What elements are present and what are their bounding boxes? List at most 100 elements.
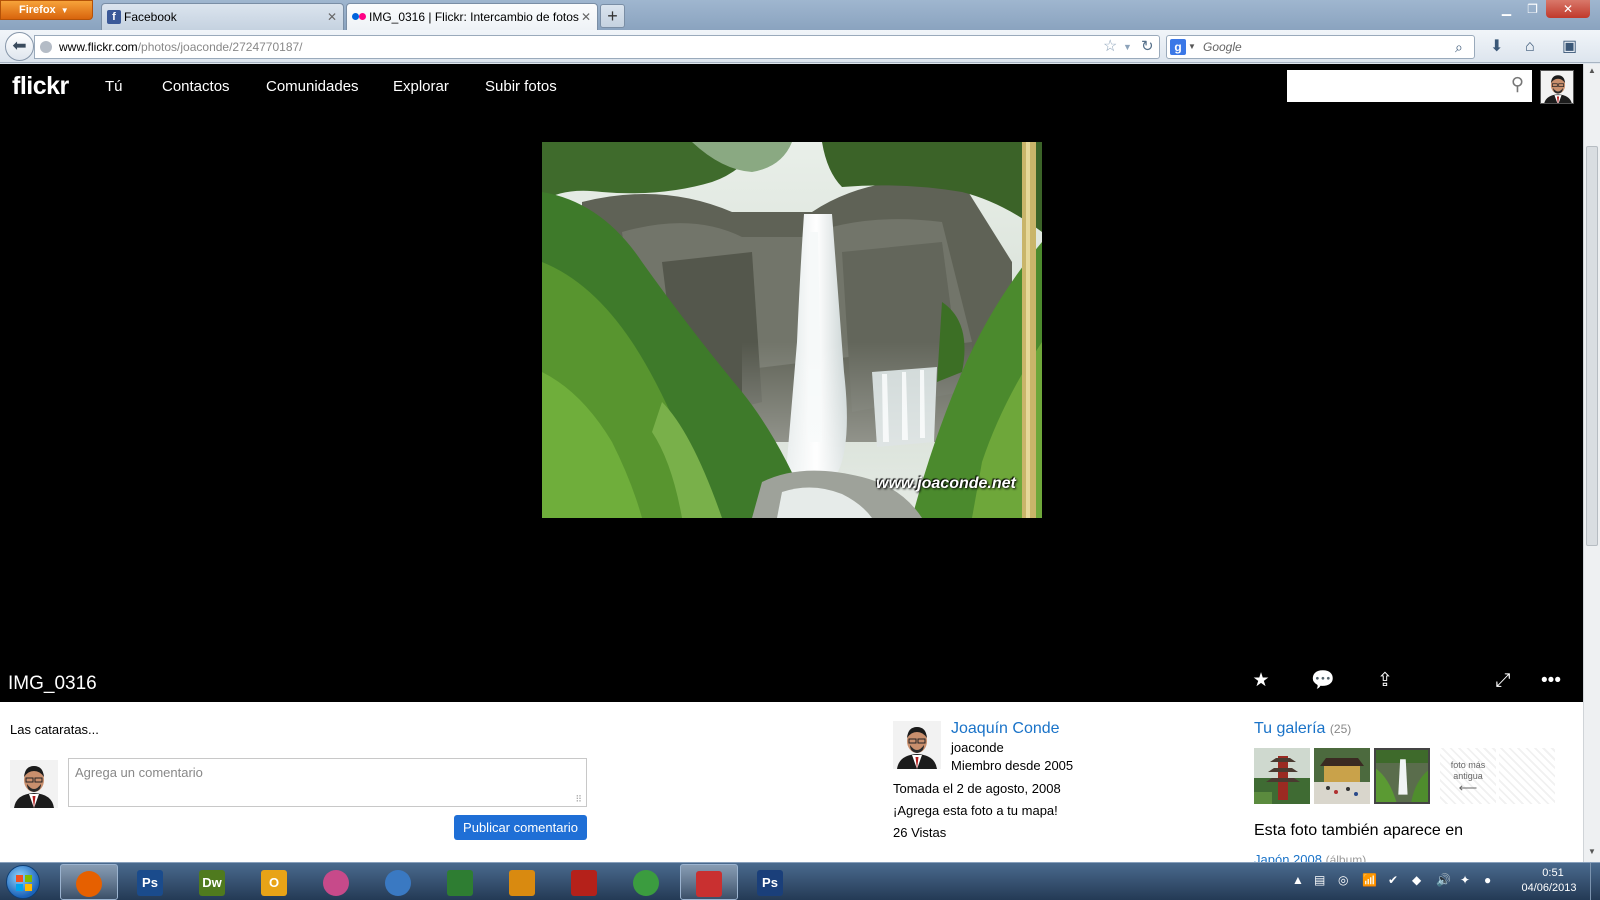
clock-date[interactable]: 04/06/2013 — [1512, 882, 1586, 894]
search-icon[interactable]: ⚲ — [1511, 74, 1524, 95]
google-icon[interactable]: g — [1170, 39, 1186, 55]
flickr-logo[interactable]: flickr — [12, 72, 69, 101]
nav-you[interactable]: Tú — [105, 78, 123, 95]
nav-upload[interactable]: Subir fotos — [485, 78, 557, 95]
flickr-search-input[interactable]: ⚲ — [1287, 70, 1532, 102]
album-link[interactable]: Japón 2008 (álbum) — [1254, 852, 1366, 862]
bookmark-star-icon[interactable]: ☆ — [1103, 36, 1117, 58]
dropbox-icon[interactable]: ✦ — [1460, 873, 1470, 887]
album-name[interactable]: Japón 2008 — [1254, 852, 1322, 862]
owner-name-link[interactable]: Joaquín Conde — [951, 720, 1060, 738]
share-icon[interactable]: ⇪ — [1372, 668, 1398, 694]
scroll-down-icon[interactable]: ▼ — [1588, 847, 1596, 856]
taskbar-flash-media-button[interactable] — [556, 864, 614, 900]
windows-taskbar: Ps Dw O Ps ▲ ▤ ◎ 📶 ✔ ◆ 🔊 ✦ ● 0:51 04/06/201… — [0, 862, 1600, 900]
chevron-down-icon[interactable]: ▼ — [1123, 36, 1132, 58]
nav-explore[interactable]: Explorar — [393, 78, 449, 95]
network-signal-icon[interactable]: 📶 — [1362, 873, 1377, 887]
search-icon[interactable]: ⌕ — [1455, 36, 1463, 58]
gallery-title[interactable]: Tu galería — [1254, 720, 1325, 737]
owner-username: joaconde — [951, 740, 1004, 755]
flickr-icon — [352, 10, 366, 24]
home-icon[interactable]: ⌂ — [1525, 35, 1535, 59]
taskbar-photoshop-2-button[interactable]: Ps — [742, 864, 800, 900]
security-icon[interactable]: ✔ — [1388, 873, 1398, 887]
add-to-map-link[interactable]: ¡Agrega esta foto a tu mapa! — [893, 803, 1058, 818]
taskbar-network-tool-button[interactable] — [432, 864, 490, 900]
windows-flag-icon — [16, 875, 32, 891]
temple-thumbnail-image — [1314, 748, 1370, 804]
taskbar-firefox-button[interactable] — [60, 864, 118, 900]
download-icon[interactable]: ⬇ — [1490, 35, 1503, 59]
minimize-button[interactable]: ▁ — [1494, 0, 1519, 18]
nav-contacts[interactable]: Contactos — [162, 78, 230, 95]
main-photo[interactable]: www.joaconde.net — [542, 142, 1042, 518]
date-taken[interactable]: Tomada el 2 de agosto, 2008 — [893, 781, 1061, 796]
url-text: www.flickr.com/photos/joaconde/272477018… — [59, 36, 303, 58]
tab-label: IMG_0316 | Flickr: Intercambio de fotos — [369, 10, 579, 24]
gallery-thumb-waterfall-selected[interactable] — [1374, 748, 1430, 804]
new-tab-button[interactable]: + — [600, 4, 625, 28]
gallery-heading[interactable]: Tu galería (25) — [1254, 720, 1351, 738]
more-options-icon[interactable]: ••• — [1538, 668, 1564, 694]
url-bar[interactable]: www.flickr.com/photos/joaconde/272477018… — [34, 35, 1160, 59]
gallery-thumb-pagoda[interactable] — [1254, 748, 1310, 804]
chevron-down-icon[interactable]: ▼ — [1188, 36, 1196, 58]
taskbar-paint-brush-button[interactable] — [494, 864, 552, 900]
language-icon[interactable]: ● — [1484, 873, 1491, 887]
network-tool-icon — [447, 870, 473, 896]
taskbar-dreamweaver-button[interactable]: Dw — [184, 864, 242, 900]
close-icon[interactable]: ✕ — [581, 4, 591, 30]
gallery-thumb-temple[interactable] — [1314, 748, 1370, 804]
url-host: www.flickr.com — [59, 40, 138, 54]
web-search-box[interactable]: g ▼ Google ⌕ — [1166, 35, 1475, 59]
tab-facebook[interactable]: f Facebook ✕ — [101, 3, 344, 30]
resize-grip-icon[interactable]: ⠿ — [575, 794, 582, 805]
action-center-icon[interactable]: ▤ — [1314, 873, 1325, 887]
snipping-tool-icon — [696, 871, 722, 897]
tray-expand-icon[interactable]: ▲ — [1292, 873, 1304, 887]
scroll-up-icon[interactable]: ▲ — [1588, 66, 1596, 75]
show-desktop-button[interactable] — [1590, 863, 1600, 900]
scrollbar-thumb[interactable] — [1586, 146, 1598, 546]
fullscreen-icon[interactable]: ⤢ — [1490, 668, 1516, 694]
window-close-button[interactable]: ✕ — [1546, 0, 1590, 18]
paint-brush-icon — [509, 870, 535, 896]
taskbar-chrome-button[interactable] — [618, 864, 676, 900]
toolbar-menu-icon[interactable]: ▣ — [1562, 35, 1577, 59]
older-photo-link[interactable]: foto más antigua ⟵ — [1440, 748, 1496, 804]
volume-icon[interactable]: 🔊 — [1436, 873, 1451, 887]
start-button[interactable] — [6, 865, 40, 899]
firefox-menu-button[interactable]: Firefox ▼ — [0, 0, 93, 20]
comment-placeholder: Agrega un comentario — [75, 765, 203, 780]
taskbar-photoshop-button[interactable]: Ps — [122, 864, 180, 900]
comment-input[interactable]: Agrega un comentario ⠿ — [68, 758, 587, 807]
clock-time[interactable]: 0:51 — [1528, 867, 1578, 879]
taskbar-safari-button[interactable] — [370, 864, 428, 900]
flickr-page: flickr Tú Contactos Comunidades Explorar… — [0, 64, 1583, 862]
nav-communities[interactable]: Comunidades — [266, 78, 359, 95]
photoshop-icon: Ps — [137, 870, 163, 896]
taskbar-outlook-button[interactable]: O — [246, 864, 304, 900]
flash-media-icon — [571, 870, 597, 896]
taskbar-pinwheel-button[interactable] — [308, 864, 366, 900]
globe-icon — [40, 41, 52, 53]
reload-icon[interactable]: ↻ — [1141, 36, 1154, 58]
gallery-count: (25) — [1329, 722, 1352, 736]
back-button[interactable]: ⬅ — [5, 32, 34, 61]
firefox-menu-label: Firefox — [19, 4, 56, 16]
comment-icon[interactable]: 💬 — [1310, 668, 1336, 694]
publish-comment-button[interactable]: Publicar comentario — [454, 815, 587, 840]
close-icon[interactable]: ✕ — [327, 4, 337, 30]
page-scrollbar[interactable]: ▲ ▼ — [1583, 64, 1600, 862]
owner-avatar[interactable] — [893, 721, 941, 769]
dreamweaver-icon: Dw — [199, 870, 225, 896]
favorite-star-icon[interactable]: ★ — [1248, 668, 1274, 694]
account-avatar[interactable] — [1540, 70, 1574, 104]
sync-icon[interactable]: ◎ — [1338, 873, 1348, 887]
maximize-button[interactable]: ❐ — [1520, 0, 1545, 18]
device-icon[interactable]: ◆ — [1412, 873, 1421, 887]
taskbar-snipping-tool-button[interactable] — [680, 864, 738, 900]
tab-flickr[interactable]: IMG_0316 | Flickr: Intercambio de fotos … — [346, 3, 598, 30]
album-kind: (álbum) — [1325, 853, 1367, 862]
